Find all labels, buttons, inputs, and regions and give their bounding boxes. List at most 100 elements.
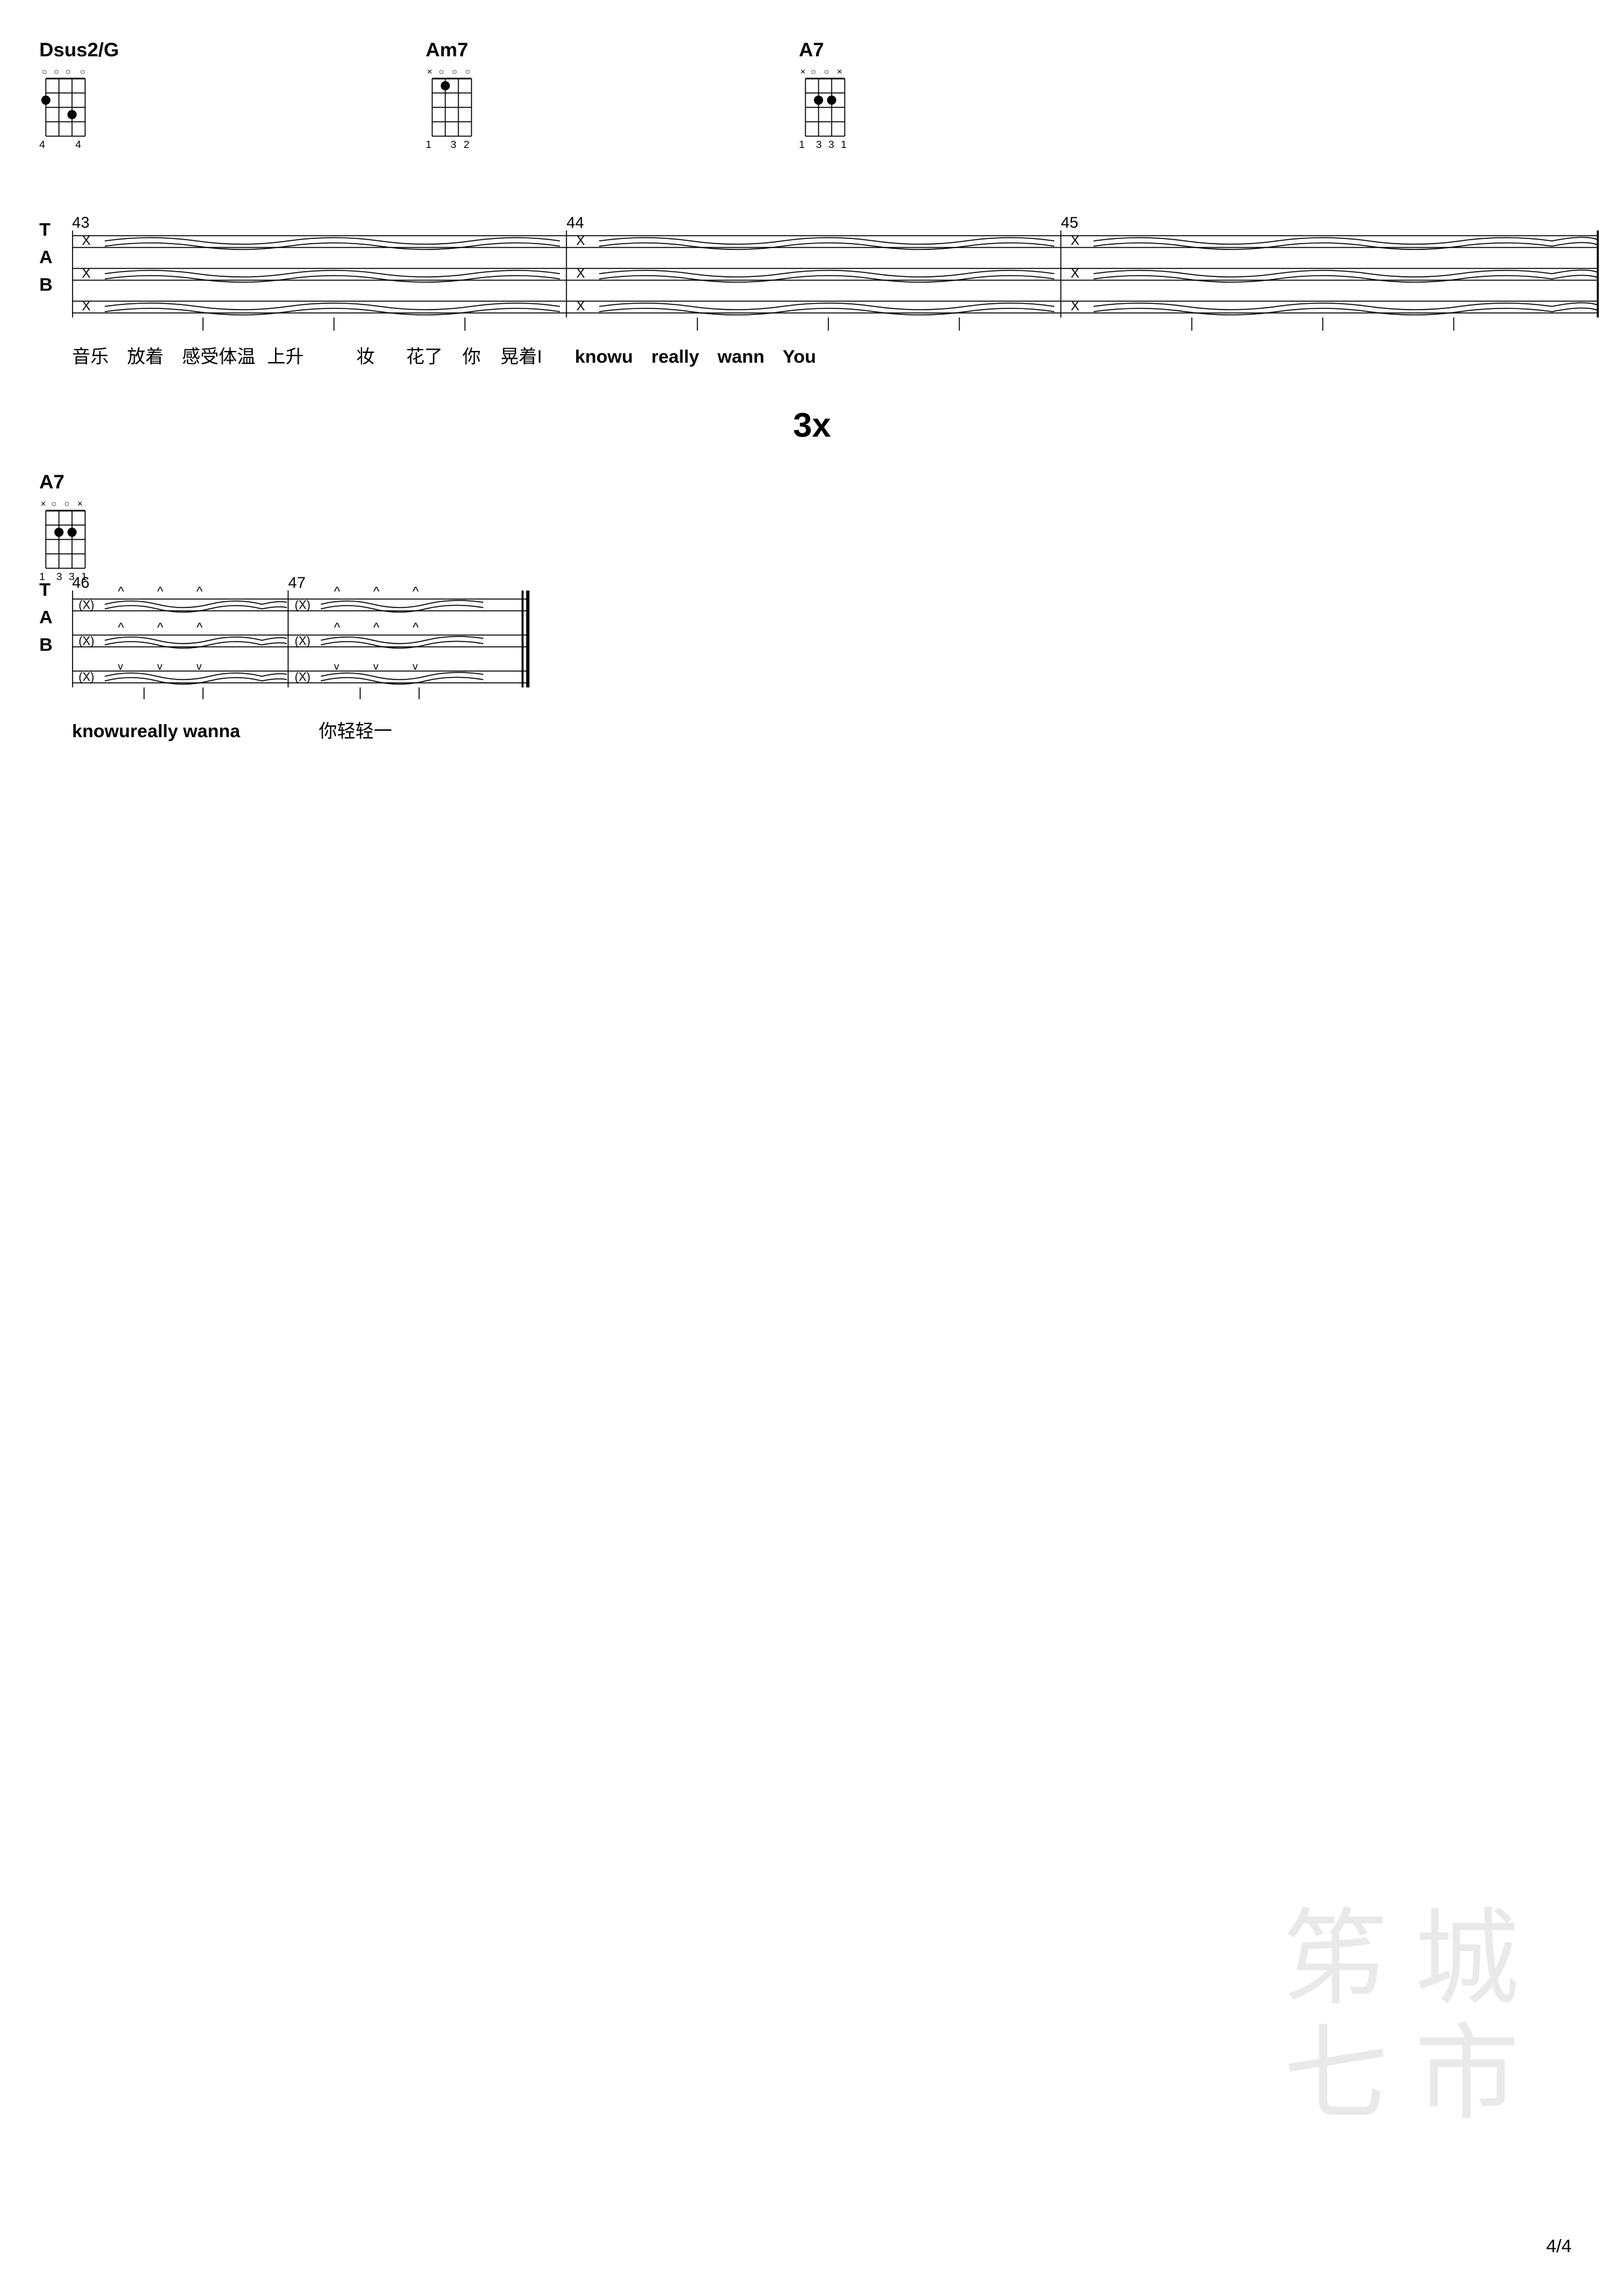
svg-text:^: ^ [373,585,380,599]
lyric-shangsheng: 上升 [267,342,304,369]
section1: Dsus2/G ○ ○ ○ ○ [39,39,1585,369]
svg-text:^: ^ [373,621,380,635]
page: Dsus2/G ○ ○ ○ ○ [0,0,1624,2296]
chord-dsus2g: Dsus2/G ○ ○ ○ ○ [39,39,119,159]
tab-t: T [39,216,52,244]
svg-text:^: ^ [334,621,341,635]
svg-text:○: ○ [42,66,47,77]
svg-text:46: 46 [72,576,90,592]
svg-text:×: × [800,66,805,77]
chord-name-dsus2g: Dsus2/G [39,39,119,62]
svg-text:×: × [41,498,46,509]
svg-text:3: 3 [816,139,822,151]
svg-text:v: v [118,661,123,672]
svg-text:×: × [77,498,83,509]
svg-text:X: X [576,266,585,281]
watermark-line1: 笫 城 [1283,1902,1519,2017]
svg-text:○: ○ [452,66,457,77]
lyrics-s2: knowureally wanna 你轻轻一 [72,717,1585,743]
svg-text:○: ○ [54,66,59,77]
svg-text:×: × [837,66,842,77]
chord-diagram-a7-s1: × ○ ○ × [799,64,871,156]
svg-text:○: ○ [64,498,69,509]
chord-a7-s1: A7 × ○ ○ × [799,39,871,159]
tab-staff-s2: T A B 46 47 [39,576,1585,743]
svg-text:v: v [157,661,162,672]
lyric-huale: 花了 [406,342,443,369]
svg-text:(X): (X) [79,670,94,683]
svg-text:v: v [373,661,378,672]
svg-text:2: 2 [464,139,470,151]
tab-staff-s1: T A B 43 44 45 [39,216,1585,337]
svg-text:○: ○ [65,66,71,77]
svg-text:^: ^ [118,585,124,599]
measure-45: 45 [1061,216,1079,232]
chord-am7: Am7 × ○ ○ ○ [426,39,498,159]
svg-text:1: 1 [426,139,432,151]
svg-text:X: X [82,266,90,281]
svg-text:v: v [334,661,339,672]
tab-staff-svg-s1: 43 44 45 [72,216,1604,334]
lyric-fangzhe: 放着 [127,342,164,369]
svg-text:○: ○ [811,66,816,77]
svg-text:3: 3 [451,139,456,151]
lyric-knowu: knowu [575,346,633,367]
chord-name-a7-s2: A7 [39,471,111,494]
lyric-wann: wann [718,346,765,367]
lyric-zhuang: 妆 [356,342,375,369]
lyric-huangzhei: 晃着I [500,342,542,369]
watermark-line2: 七 市 [1283,2017,1519,2132]
svg-text:^: ^ [157,621,164,635]
svg-text:^: ^ [157,585,164,599]
svg-text:47: 47 [288,576,306,592]
svg-text:○: ○ [51,498,56,509]
lyric-you: You [783,346,816,367]
svg-text:^: ^ [196,621,203,635]
svg-text:^: ^ [413,621,419,635]
svg-text:^: ^ [334,585,341,599]
svg-text:4: 4 [39,139,45,151]
svg-text:(X): (X) [295,634,310,647]
svg-text:○: ○ [80,66,85,77]
tab-letters-s2: T A B [39,576,52,659]
chord-diagram-am7: × ○ ○ ○ 1 [426,64,498,156]
svg-text:X: X [82,234,90,248]
svg-text:(X): (X) [295,598,310,611]
page-number: 4/4 [1546,2236,1572,2257]
svg-text:X: X [1071,299,1079,314]
tab-b: B [39,271,52,299]
chord-name-am7: Am7 [426,39,498,62]
svg-text:v: v [196,661,202,672]
svg-text:X: X [576,299,585,314]
lyric-s2-niqingqing: 你轻轻一 [319,717,392,743]
svg-text:1: 1 [799,139,805,151]
chord-diagram-a7-s2: × ○ ○ × 1 3 3 1 [39,496,111,588]
svg-text:X: X [1071,234,1079,248]
measure-43: 43 [72,216,90,232]
tab-a: A [39,244,52,271]
lyric-s2-knowu: knowureally wanna [72,721,240,742]
measure-44: 44 [566,216,584,232]
svg-text:1: 1 [841,139,847,151]
svg-text:○: ○ [465,66,470,77]
lyric-ni: 你 [462,342,481,369]
svg-text:4: 4 [75,139,81,151]
svg-text:^: ^ [196,585,203,599]
svg-text:v: v [413,661,418,672]
svg-text:(X): (X) [79,634,94,647]
lyric-ganshoutiwen: 感受体温 [182,342,255,369]
section2: A7 × ○ ○ × 1 3 3 1 [39,471,1585,743]
svg-text:X: X [576,234,585,248]
svg-text:(X): (X) [295,670,310,683]
chord-a7-s2: A7 × ○ ○ × 1 3 3 1 [39,471,111,591]
repeat-text: 3x [793,407,831,445]
svg-text:○: ○ [824,66,829,77]
svg-text:×: × [427,66,432,77]
svg-text:X: X [1071,266,1079,281]
watermark: 笫 城 七 市 [1283,1902,1519,2132]
svg-text:○: ○ [439,66,444,77]
lyric-really: really [652,346,699,367]
lyric-yinyue: 音乐 [72,342,109,369]
tab-staff-svg-s2: 46 47 (X) [72,576,530,707]
svg-text:^: ^ [118,621,124,635]
